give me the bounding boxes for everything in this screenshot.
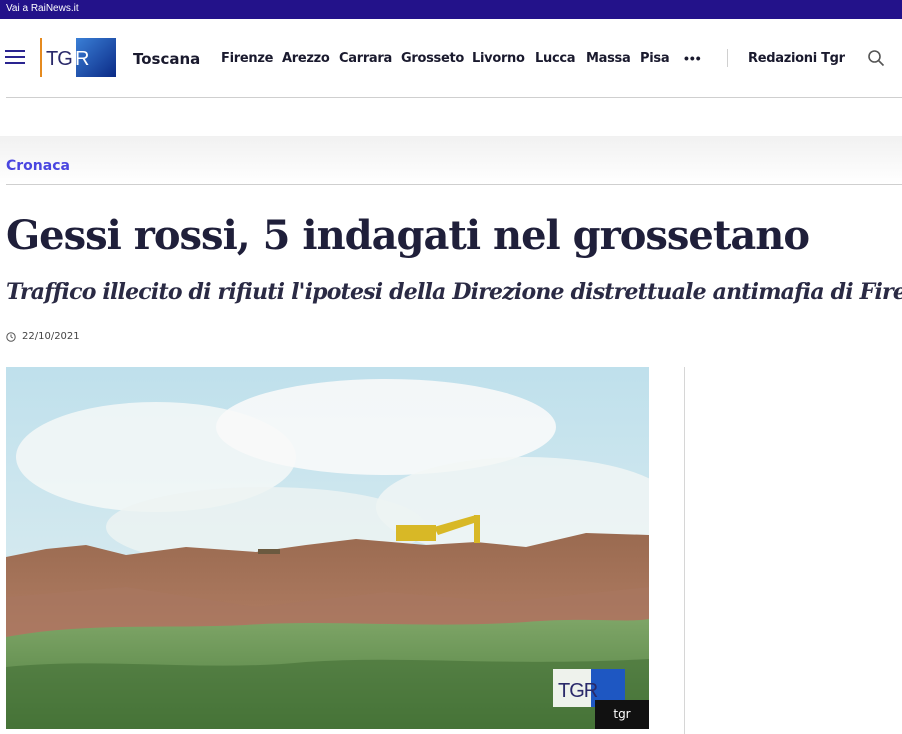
hamburger-icon[interactable] (5, 48, 25, 66)
svg-text:TG: TG (46, 48, 72, 70)
article-subtitle: Traffico illecito di rifiuti l'ipotesi d… (6, 279, 902, 305)
nav-item-carrara[interactable]: Carrara (339, 51, 392, 66)
section-link[interactable]: Cronaca (6, 158, 70, 174)
nav-divider (727, 49, 728, 67)
nav-item-livorno[interactable]: Livorno (472, 51, 525, 66)
nav-item-arezzo[interactable]: Arezzo (282, 51, 330, 66)
image-watermark-logo: TGR (558, 680, 598, 702)
tgr-logo[interactable]: TG R (40, 38, 116, 77)
nav-item-pisa[interactable]: Pisa (640, 51, 670, 66)
rainews-topbar: Vai a RaiNews.it (0, 0, 902, 19)
sidebar-divider (684, 367, 685, 734)
image-caption: tgr (595, 700, 649, 729)
header-divider (6, 97, 902, 98)
search-icon[interactable] (867, 49, 885, 67)
article-image[interactable]: TGR (6, 367, 649, 729)
nav-item-grosseto[interactable]: Grosseto (401, 51, 464, 66)
article-date: 22/10/2021 (22, 331, 80, 342)
more-menu-button[interactable]: ••• (684, 50, 702, 66)
nav-item-lucca[interactable]: Lucca (535, 51, 576, 66)
redazioni-tgr-link[interactable]: Redazioni Tgr (748, 51, 845, 66)
clock-icon (6, 332, 16, 342)
region-name[interactable]: Toscana (133, 50, 200, 68)
svg-text:R: R (75, 48, 89, 70)
nav-item-massa[interactable]: Massa (586, 51, 631, 66)
nav-item-firenze[interactable]: Firenze (221, 51, 273, 66)
ad-band (0, 136, 902, 184)
rainews-link[interactable]: Vai a RaiNews.it (6, 3, 79, 14)
section-divider (6, 184, 902, 185)
article-title: Gessi rossi, 5 indagati nel grossetano (6, 212, 810, 259)
